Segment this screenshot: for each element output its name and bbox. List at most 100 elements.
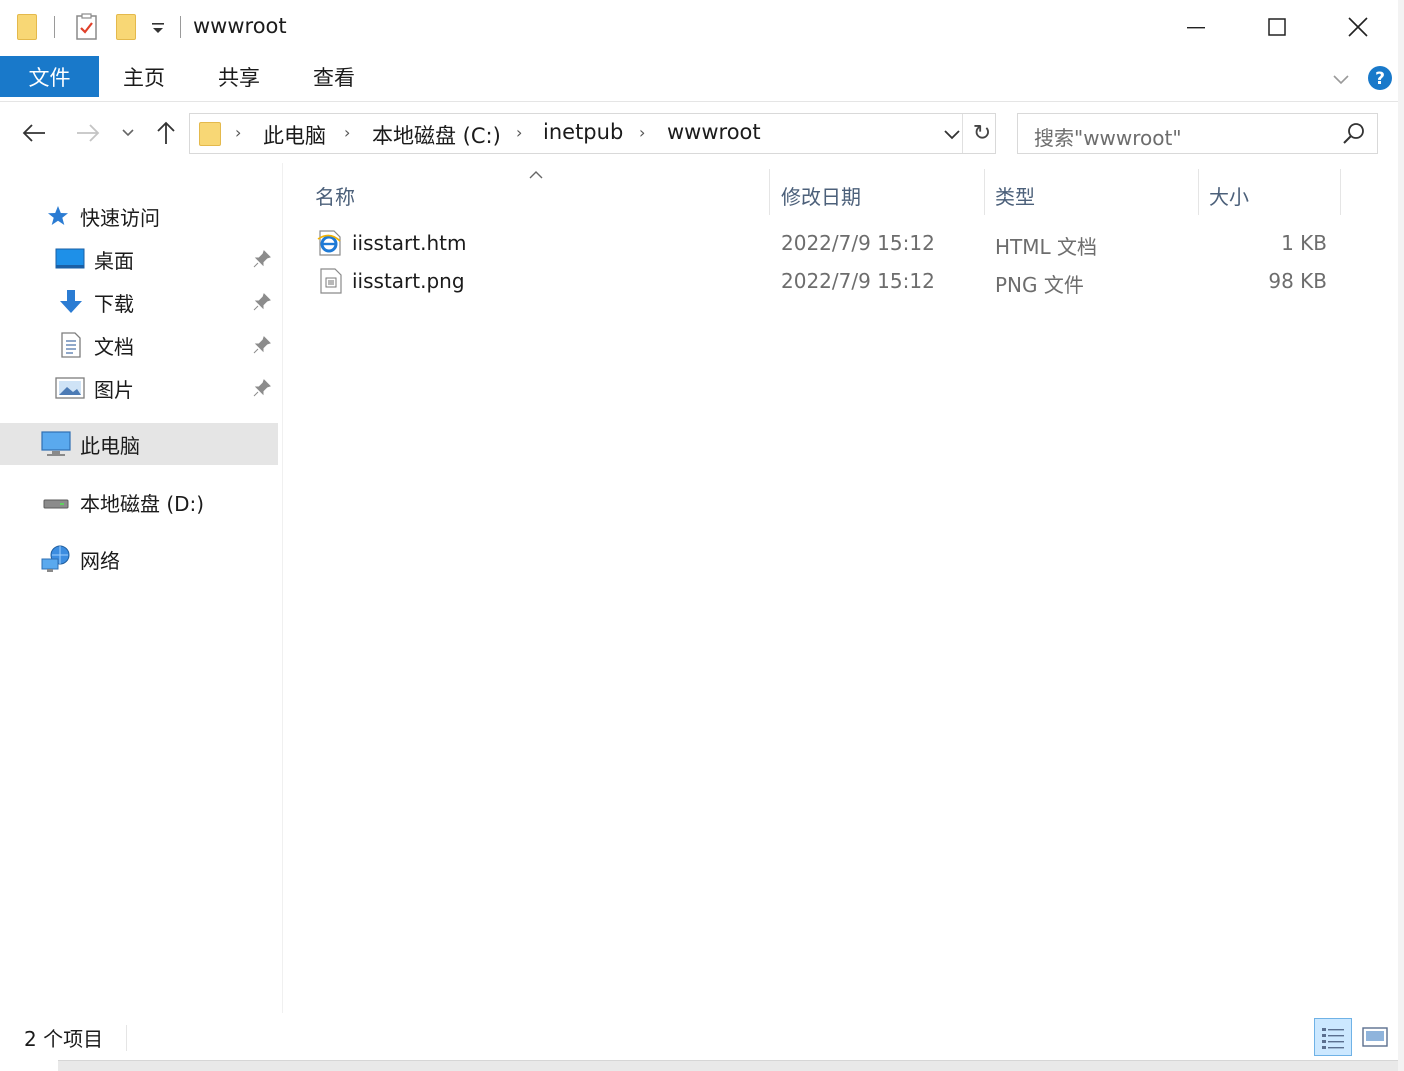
- customize-quick-access-icon[interactable]: [150, 18, 166, 38]
- drive-icon: [42, 492, 70, 512]
- help-button[interactable]: ?: [1367, 65, 1393, 91]
- breadcrumb-wwwroot[interactable]: wwwroot: [667, 120, 761, 144]
- nav-downloads[interactable]: 下载: [0, 281, 278, 323]
- address-history-button[interactable]: [940, 122, 964, 146]
- pane-divider[interactable]: [282, 163, 283, 1013]
- file-name[interactable]: iisstart.htm: [352, 231, 466, 255]
- maximize-button[interactable]: [1236, 0, 1318, 54]
- column-separator[interactable]: [769, 169, 770, 215]
- arrow-right-icon: [77, 124, 100, 142]
- help-icon: ?: [1368, 66, 1392, 90]
- breadcrumb-separator[interactable]: ›: [639, 123, 645, 142]
- pictures-icon: [55, 376, 85, 400]
- nav-label: 网络: [80, 548, 120, 573]
- details-view-button[interactable]: [1314, 1018, 1352, 1056]
- tab-view[interactable]: 查看: [313, 56, 355, 97]
- nav-local-disk-d[interactable]: 本地磁盘 (D:): [0, 481, 278, 523]
- nav-documents[interactable]: 文档: [0, 324, 278, 366]
- large-icons-view-button[interactable]: [1356, 1018, 1394, 1056]
- file-date: 2022/7/9 15:12: [781, 231, 935, 255]
- close-icon: [1348, 17, 1368, 37]
- column-header-name[interactable]: 名称: [315, 173, 765, 217]
- pin-icon[interactable]: [252, 378, 272, 398]
- star-icon: [46, 204, 70, 228]
- file-list: 名称 修改日期 类型 大小 iisstart.htm 2022/7/9 15:1…: [300, 163, 1390, 1013]
- search-icon[interactable]: [1341, 121, 1367, 147]
- nav-label: 文档: [94, 334, 134, 359]
- arrow-left-icon: [22, 124, 45, 142]
- nav-label: 本地磁盘 (D:): [80, 491, 205, 516]
- table-row[interactable]: iisstart.png 2022/7/9 15:12 PNG 文件 98 KB: [310, 263, 1340, 301]
- address-bar[interactable]: › 此电脑 › 本地磁盘 (C:) › inetpub › wwwroot ↻: [189, 113, 996, 154]
- nav-label: 桌面: [94, 248, 134, 273]
- tab-file[interactable]: 文件: [0, 56, 99, 97]
- nav-label: 图片: [94, 377, 134, 402]
- breadcrumb-separator[interactable]: ›: [516, 123, 522, 142]
- tab-share[interactable]: 共享: [218, 56, 260, 97]
- title-bar: wwwroot: [0, 0, 1404, 56]
- file-type: HTML 文档: [995, 235, 1098, 259]
- pin-icon[interactable]: [252, 335, 272, 355]
- large-icons-view-icon: [1362, 1027, 1388, 1047]
- html-file-icon: [316, 229, 344, 257]
- nav-quick-access[interactable]: 快速访问: [0, 195, 278, 237]
- address-divider: [962, 114, 963, 153]
- arrow-up-icon: [157, 121, 175, 144]
- download-icon: [57, 288, 85, 316]
- close-button[interactable]: [1317, 0, 1399, 54]
- refresh-button[interactable]: ↻: [968, 118, 996, 148]
- breadcrumb-local-disk-c[interactable]: 本地磁盘 (C:): [372, 120, 501, 150]
- pin-icon[interactable]: [252, 292, 272, 312]
- tab-home[interactable]: 主页: [123, 56, 165, 97]
- nav-this-pc[interactable]: 此电脑: [0, 423, 278, 465]
- breadcrumb-this-pc[interactable]: 此电脑: [263, 120, 326, 150]
- documents-icon: [59, 331, 83, 359]
- chevron-down-icon: [122, 129, 134, 137]
- breadcrumb-separator[interactable]: ›: [344, 123, 350, 142]
- refresh-icon: ↻: [972, 120, 992, 146]
- column-separator[interactable]: [1340, 169, 1341, 215]
- nav-label: 下载: [94, 291, 134, 316]
- address-row: › 此电脑 › 本地磁盘 (C:) › inetpub › wwwroot ↻ …: [0, 103, 1404, 163]
- minimize-button[interactable]: [1155, 0, 1237, 54]
- breadcrumb-inetpub[interactable]: inetpub: [543, 120, 623, 144]
- chevron-down-icon: [944, 130, 960, 140]
- nav-label: 快速访问: [80, 205, 160, 230]
- forward-button[interactable]: [72, 117, 104, 149]
- up-button[interactable]: [150, 117, 182, 149]
- window-title: wwwroot: [193, 14, 287, 38]
- nav-desktop[interactable]: 桌面: [0, 238, 278, 280]
- maximize-icon: [1268, 18, 1286, 36]
- column-separator[interactable]: [1198, 169, 1199, 215]
- nav-network[interactable]: 网络: [0, 538, 278, 580]
- pin-icon[interactable]: [252, 249, 272, 269]
- back-button[interactable]: [18, 117, 50, 149]
- navigation-pane: 快速访问 桌面 下载 文档 图片 此电脑 本地磁盘 (D:) 网络: [0, 163, 282, 1013]
- quick-access-separator: [54, 16, 55, 38]
- status-separator: [126, 1025, 127, 1051]
- properties-icon[interactable]: [75, 13, 99, 41]
- recent-locations-button[interactable]: [116, 117, 140, 149]
- new-folder-icon[interactable]: [116, 14, 136, 40]
- chevron-down-icon: [1333, 75, 1349, 85]
- expand-ribbon-button[interactable]: [1330, 68, 1352, 90]
- column-header-type[interactable]: 类型: [995, 173, 1195, 217]
- column-header-date[interactable]: 修改日期: [781, 173, 981, 217]
- nav-pictures[interactable]: 图片: [0, 367, 278, 409]
- file-type: PNG 文件: [995, 273, 1084, 297]
- file-name[interactable]: iisstart.png: [352, 269, 465, 293]
- image-file-icon: [318, 267, 344, 295]
- network-icon: [40, 544, 72, 574]
- search-input[interactable]: 搜索"wwwroot": [1017, 113, 1378, 154]
- nav-label: 此电脑: [80, 433, 140, 458]
- window-edge: [1398, 0, 1404, 1071]
- computer-icon: [40, 430, 72, 458]
- horizontal-scrollbar[interactable]: [58, 1060, 1404, 1071]
- column-header-size[interactable]: 大小: [1209, 173, 1329, 217]
- desktop-icon: [55, 247, 85, 271]
- breadcrumb-separator[interactable]: ›: [235, 123, 241, 142]
- file-date: 2022/7/9 15:12: [781, 269, 935, 293]
- column-separator[interactable]: [984, 169, 985, 215]
- title-separator: [180, 16, 181, 38]
- table-row[interactable]: iisstart.htm 2022/7/9 15:12 HTML 文档 1 KB: [310, 225, 1340, 263]
